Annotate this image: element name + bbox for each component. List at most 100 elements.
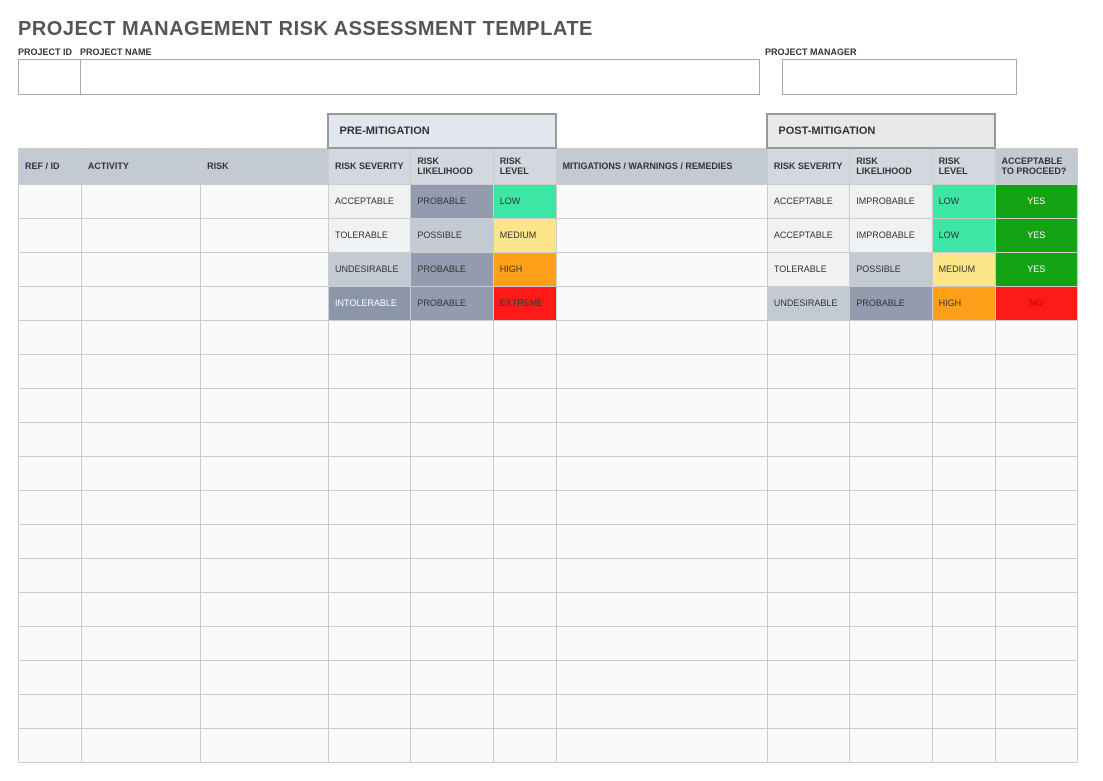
cell-empty[interactable]: [81, 694, 200, 728]
cell-empty[interactable]: [850, 694, 932, 728]
cell-empty[interactable]: [850, 592, 932, 626]
cell-pre-level[interactable]: LOW: [493, 184, 556, 218]
cell-empty[interactable]: [201, 422, 329, 456]
cell-activity[interactable]: [81, 252, 200, 286]
cell-empty[interactable]: [556, 388, 767, 422]
cell-empty[interactable]: [493, 660, 556, 694]
cell-empty[interactable]: [556, 422, 767, 456]
cell-empty[interactable]: [201, 320, 329, 354]
cell-empty[interactable]: [932, 626, 995, 660]
cell-empty[interactable]: [932, 558, 995, 592]
cell-empty[interactable]: [556, 728, 767, 762]
cell-pre-likelihood[interactable]: POSSIBLE: [411, 218, 493, 252]
cell-risk[interactable]: [201, 184, 329, 218]
cell-empty[interactable]: [995, 728, 1077, 762]
cell-empty[interactable]: [995, 490, 1077, 524]
cell-empty[interactable]: [19, 728, 82, 762]
cell-empty[interactable]: [995, 422, 1077, 456]
cell-empty[interactable]: [328, 524, 410, 558]
cell-empty[interactable]: [556, 694, 767, 728]
cell-empty[interactable]: [932, 354, 995, 388]
cell-empty[interactable]: [328, 320, 410, 354]
cell-empty[interactable]: [850, 320, 932, 354]
cell-acceptable[interactable]: NO: [995, 286, 1077, 320]
cell-acceptable[interactable]: YES: [995, 218, 1077, 252]
cell-empty[interactable]: [81, 456, 200, 490]
cell-empty[interactable]: [767, 626, 849, 660]
cell-post-level[interactable]: LOW: [932, 218, 995, 252]
cell-empty[interactable]: [995, 354, 1077, 388]
cell-empty[interactable]: [19, 626, 82, 660]
cell-empty[interactable]: [493, 456, 556, 490]
cell-empty[interactable]: [411, 660, 493, 694]
cell-pre-likelihood[interactable]: PROBABLE: [411, 286, 493, 320]
cell-empty[interactable]: [201, 592, 329, 626]
cell-risk[interactable]: [201, 286, 329, 320]
cell-empty[interactable]: [995, 524, 1077, 558]
cell-empty[interactable]: [201, 456, 329, 490]
cell-empty[interactable]: [767, 320, 849, 354]
cell-empty[interactable]: [411, 558, 493, 592]
cell-pre-severity[interactable]: INTOLERABLE: [328, 286, 410, 320]
cell-pre-severity[interactable]: TOLERABLE: [328, 218, 410, 252]
cell-post-likelihood[interactable]: IMPROBABLE: [850, 184, 932, 218]
cell-pre-likelihood[interactable]: PROBABLE: [411, 184, 493, 218]
cell-empty[interactable]: [767, 694, 849, 728]
cell-ref[interactable]: [19, 218, 82, 252]
cell-empty[interactable]: [81, 320, 200, 354]
cell-empty[interactable]: [850, 660, 932, 694]
cell-empty[interactable]: [995, 592, 1077, 626]
cell-empty[interactable]: [932, 694, 995, 728]
cell-empty[interactable]: [411, 320, 493, 354]
cell-empty[interactable]: [850, 490, 932, 524]
cell-activity[interactable]: [81, 184, 200, 218]
cell-empty[interactable]: [81, 626, 200, 660]
cell-empty[interactable]: [19, 558, 82, 592]
cell-risk[interactable]: [201, 252, 329, 286]
cell-empty[interactable]: [411, 626, 493, 660]
cell-empty[interactable]: [995, 388, 1077, 422]
cell-empty[interactable]: [328, 626, 410, 660]
cell-empty[interactable]: [767, 728, 849, 762]
cell-risk[interactable]: [201, 218, 329, 252]
cell-empty[interactable]: [932, 490, 995, 524]
cell-empty[interactable]: [201, 388, 329, 422]
cell-ref[interactable]: [19, 252, 82, 286]
project-name-input[interactable]: [80, 59, 760, 95]
cell-empty[interactable]: [556, 354, 767, 388]
project-id-input[interactable]: [18, 59, 80, 95]
cell-empty[interactable]: [493, 354, 556, 388]
cell-empty[interactable]: [767, 388, 849, 422]
cell-empty[interactable]: [932, 660, 995, 694]
cell-empty[interactable]: [850, 558, 932, 592]
cell-post-severity[interactable]: UNDESIRABLE: [767, 286, 849, 320]
cell-empty[interactable]: [850, 354, 932, 388]
cell-mitigations[interactable]: [556, 218, 767, 252]
cell-empty[interactable]: [81, 558, 200, 592]
cell-empty[interactable]: [995, 558, 1077, 592]
cell-empty[interactable]: [932, 422, 995, 456]
cell-activity[interactable]: [81, 286, 200, 320]
cell-empty[interactable]: [411, 592, 493, 626]
cell-empty[interactable]: [493, 592, 556, 626]
cell-empty[interactable]: [932, 728, 995, 762]
cell-empty[interactable]: [850, 456, 932, 490]
cell-empty[interactable]: [767, 354, 849, 388]
cell-empty[interactable]: [19, 354, 82, 388]
cell-mitigations[interactable]: [556, 184, 767, 218]
cell-empty[interactable]: [556, 320, 767, 354]
cell-empty[interactable]: [201, 626, 329, 660]
cell-empty[interactable]: [81, 354, 200, 388]
cell-post-likelihood[interactable]: PROBABLE: [850, 286, 932, 320]
cell-empty[interactable]: [328, 660, 410, 694]
cell-pre-level[interactable]: MEDIUM: [493, 218, 556, 252]
cell-empty[interactable]: [201, 490, 329, 524]
cell-acceptable[interactable]: YES: [995, 184, 1077, 218]
cell-empty[interactable]: [995, 320, 1077, 354]
cell-empty[interactable]: [493, 422, 556, 456]
cell-empty[interactable]: [328, 694, 410, 728]
cell-empty[interactable]: [995, 456, 1077, 490]
cell-empty[interactable]: [201, 728, 329, 762]
cell-post-severity[interactable]: ACCEPTABLE: [767, 218, 849, 252]
cell-empty[interactable]: [201, 660, 329, 694]
